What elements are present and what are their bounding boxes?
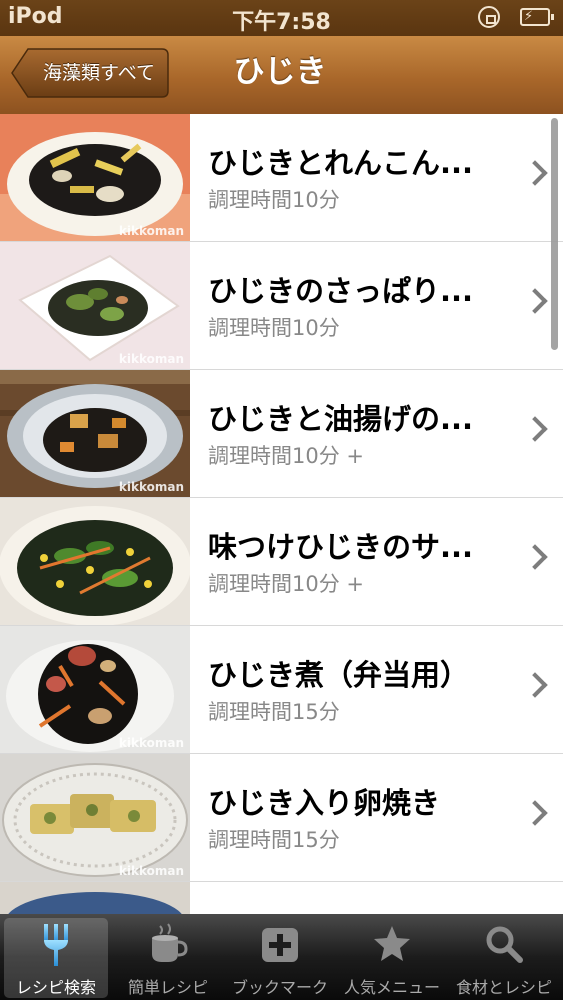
tab-label: レシピ検索: [15, 978, 96, 997]
recipe-title: ひじきとれんこん...: [208, 146, 474, 180]
tab-bar: レシピ検索 簡単レシピ ブックマーク 人気メニュー 食材とレシピ: [0, 914, 563, 1000]
recipe-cook-time: 調理時間10分 +: [208, 444, 364, 468]
orientation-lock-icon: [478, 6, 500, 28]
recipe-title: ひじきと油揚げの...: [208, 402, 474, 436]
recipe-row[interactable]: kikkoman ひじきのさっぱり... 調理時間10分: [0, 242, 563, 370]
battery-icon: ⚡: [520, 8, 554, 26]
chevron-right-icon: [522, 800, 548, 826]
recipe-row[interactable]: 味つけひじきのサ... 調理時間10分 +: [0, 498, 563, 626]
recipe-list[interactable]: kikkoman ひじきとれんこん... 調理時間10分 kikkoman ひじ…: [0, 114, 563, 914]
tab-bookmarks[interactable]: ブックマーク: [224, 914, 336, 1000]
navigation-bar: 海藻類すべて ひじき: [0, 36, 563, 115]
tab-easy-recipes[interactable]: 簡単レシピ: [112, 914, 224, 1000]
tab-recipe-search[interactable]: レシピ検索: [0, 914, 112, 1000]
chevron-right-icon: [522, 672, 548, 698]
recipe-thumbnail: kikkoman: [0, 370, 190, 497]
cup-icon: [152, 923, 188, 962]
chevron-right-icon: [522, 416, 548, 442]
recipe-row-partial[interactable]: [0, 882, 563, 914]
back-button-label: 海藻類すべて: [43, 62, 155, 84]
recipe-thumbnail: kikkoman: [0, 114, 190, 241]
plus-icon: [262, 928, 298, 962]
watermark-label: kikkoman: [118, 352, 184, 366]
recipe-title: ひじきのさっぱり...: [208, 274, 474, 308]
watermark-label: kikkoman: [118, 864, 184, 878]
search-icon: [486, 926, 523, 963]
recipe-thumbnail: [0, 882, 190, 914]
tab-label: 簡単レシピ: [127, 978, 208, 997]
watermark-label: kikkoman: [118, 224, 184, 238]
star-icon: [374, 926, 410, 961]
chevron-right-icon: [522, 288, 548, 314]
back-button[interactable]: 海藻類すべて: [10, 47, 170, 99]
tab-label: ブックマーク: [231, 978, 328, 997]
recipe-thumbnail: kikkoman: [0, 242, 190, 369]
tab-popular-menu[interactable]: 人気メニュー: [336, 914, 448, 1000]
recipe-cook-time: 調理時間10分: [208, 316, 340, 340]
recipe-thumbnail: kikkoman: [0, 754, 190, 881]
scroll-indicator[interactable]: [551, 118, 558, 350]
recipe-thumbnail: kikkoman: [0, 626, 190, 753]
recipe-row[interactable]: kikkoman ひじきと油揚げの... 調理時間10分 +: [0, 370, 563, 498]
chevron-right-icon: [522, 160, 548, 186]
recipe-cook-time: 調理時間10分: [208, 188, 340, 212]
recipe-cook-time: 調理時間15分: [208, 828, 340, 852]
recipe-cook-time: 調理時間15分: [208, 700, 340, 724]
recipe-cook-time: 調理時間10分 +: [208, 572, 364, 596]
tab-label: 人気メニュー: [343, 978, 440, 997]
fork-icon: [44, 924, 68, 966]
recipe-row[interactable]: kikkoman ひじきとれんこん... 調理時間10分: [0, 114, 563, 242]
recipe-thumbnail: [0, 498, 190, 625]
recipe-title: 味つけひじきのサ...: [208, 530, 474, 564]
recipe-row[interactable]: kikkoman ひじき煮（弁当用） 調理時間15分: [0, 626, 563, 754]
page-title: ひじき: [233, 54, 327, 90]
recipe-row[interactable]: kikkoman ひじき入り卵焼き 調理時間15分: [0, 754, 563, 882]
recipe-title: ひじき煮（弁当用）: [208, 658, 470, 692]
recipe-title: ひじき入り卵焼き: [208, 786, 441, 820]
tab-label: 食材とレシピ: [455, 978, 552, 997]
watermark-label: kikkoman: [118, 736, 184, 750]
status-bar: iPod 下午7:58 ⚡: [0, 0, 563, 36]
chevron-right-icon: [522, 544, 548, 570]
watermark-label: kikkoman: [118, 480, 184, 494]
tab-ingredients-recipes[interactable]: 食材とレシピ: [448, 914, 560, 1000]
